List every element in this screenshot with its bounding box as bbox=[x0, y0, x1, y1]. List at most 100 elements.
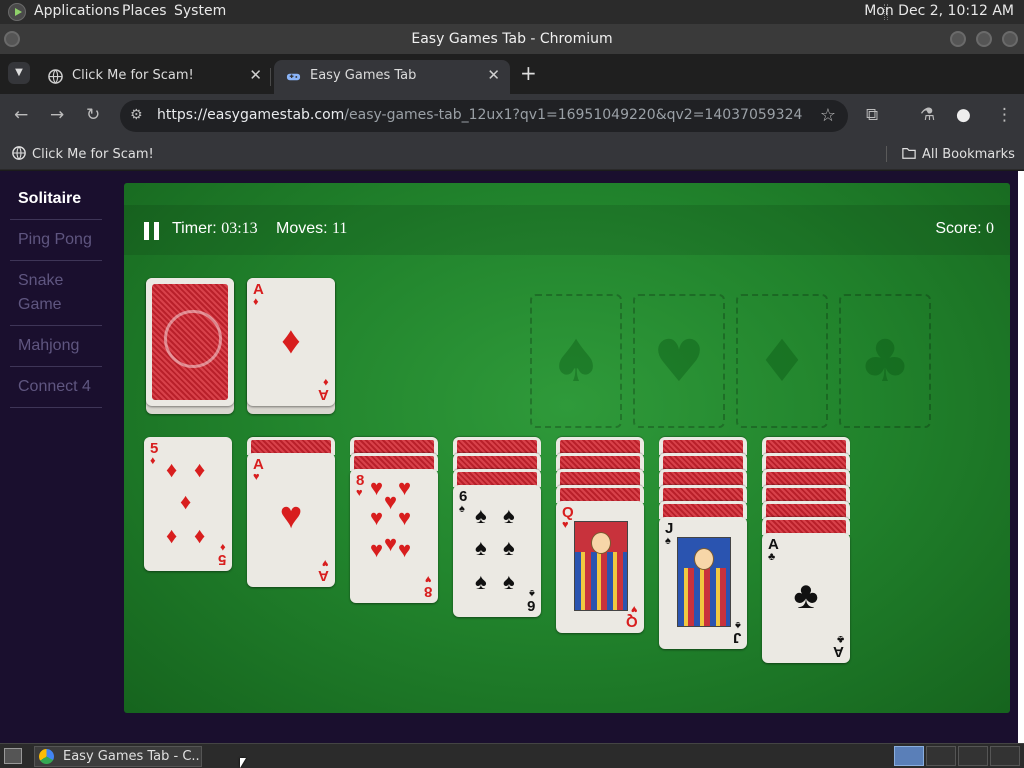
spade-icon: ♠ bbox=[503, 503, 515, 528]
chromium-icon bbox=[39, 749, 54, 764]
globe-icon bbox=[48, 69, 63, 84]
spade-icon: ♠ bbox=[550, 327, 602, 395]
foundation-hearts[interactable]: ♥ bbox=[633, 294, 725, 428]
new-tab-button[interactable]: + bbox=[520, 63, 537, 83]
diamond-icon: ♦ bbox=[756, 327, 808, 395]
nav-snake-game[interactable]: Snake Game bbox=[10, 261, 102, 326]
tableau-card-q-hearts[interactable]: Q ♥ Q ♥ bbox=[556, 501, 644, 633]
tableau-card-5-diamonds[interactable]: 5 ♦ ♦ ♦ ♦ ♦ ♦ 5 ♦ bbox=[144, 437, 232, 571]
diamond-icon: ♦ bbox=[180, 489, 192, 514]
labs-flask-icon[interactable]: ⚗ bbox=[920, 105, 935, 125]
card-suit-bottom: ♥ bbox=[322, 557, 329, 569]
foundation-diamonds[interactable]: ♦ bbox=[736, 294, 828, 428]
more-menu-icon[interactable]: ⋮ bbox=[996, 105, 1013, 125]
card-rank: Q bbox=[562, 504, 574, 521]
extensions-puzzle-icon[interactable]: ⧉ bbox=[866, 105, 878, 125]
minimize-button[interactable] bbox=[950, 31, 966, 47]
waste-top-card[interactable]: A ♦ ♦ A ♦ bbox=[247, 278, 335, 406]
page-scrollbar[interactable] bbox=[1018, 171, 1024, 743]
window-titlebar[interactable]: Easy Games Tab - Chromium bbox=[0, 24, 1024, 54]
nav-mahjong[interactable]: Mahjong bbox=[10, 326, 102, 367]
game-nav: Solitaire Ping Pong Snake Game Mahjong C… bbox=[10, 179, 102, 408]
tableau-card-8-hearts[interactable]: 8 ♥ ♥ ♥ ♥ ♥ ♥ ♥ ♥ ♥ 8 ♥ bbox=[350, 469, 438, 603]
heart-icon: ♥ bbox=[398, 537, 412, 562]
tableau-card-j-spades[interactable]: J ♠ J ♠ bbox=[659, 517, 747, 649]
taskbar-window-button[interactable]: Easy Games Tab - C... bbox=[34, 746, 202, 767]
tab-label: Click Me for Scam! bbox=[72, 68, 194, 83]
waste-pile[interactable]: A ♦ ♦ A ♦ bbox=[247, 278, 335, 414]
card-rank: A bbox=[768, 536, 779, 553]
tab-close-icon[interactable]: ✕ bbox=[487, 66, 500, 84]
tab-search-dropdown-button[interactable]: ▼ bbox=[8, 62, 30, 84]
workspace-1[interactable] bbox=[894, 746, 924, 766]
card-suit: ♥ bbox=[356, 487, 363, 499]
card-back-pattern bbox=[152, 284, 228, 400]
card-rank-bottom: 6 bbox=[526, 597, 535, 614]
back-arrow-icon[interactable]: ← bbox=[14, 105, 28, 125]
card-suit-bottom: ♦ bbox=[220, 541, 226, 553]
forward-arrow-icon[interactable]: → bbox=[50, 105, 64, 125]
profile-avatar-icon[interactable]: ● bbox=[956, 105, 971, 125]
tab-strip: ▼ Click Me for Scam! ✕ Easy Games Tab ✕ … bbox=[0, 54, 1024, 94]
card-rank: J bbox=[665, 520, 674, 537]
game-controller-icon bbox=[286, 73, 301, 81]
page-viewport: Solitaire Ping Pong Snake Game Mahjong C… bbox=[0, 171, 1024, 743]
card-rank: 6 bbox=[459, 488, 468, 505]
workspace-4[interactable] bbox=[990, 746, 1020, 766]
card-rank-bottom: Q bbox=[626, 613, 638, 630]
card-suit-bottom: ♥ bbox=[425, 573, 432, 585]
card-rank-bottom: A bbox=[833, 643, 844, 660]
heart-icon: ♥ bbox=[279, 495, 303, 537]
nav-solitaire[interactable]: Solitaire bbox=[10, 179, 102, 220]
clock[interactable]: Mon Dec 2, 10:12 AM bbox=[864, 3, 1014, 19]
all-bookmarks-button[interactable]: All Bookmarks bbox=[902, 146, 1015, 162]
spade-icon: ♠ bbox=[475, 503, 487, 528]
address-bar[interactable]: ⚙ https://easygamestab.com/easy-games-ta… bbox=[120, 100, 848, 132]
maximize-button[interactable] bbox=[976, 31, 992, 47]
scrollbar-thumb[interactable] bbox=[1018, 171, 1024, 561]
card-suit: ♠ bbox=[665, 535, 671, 547]
tableau-card-a-hearts[interactable]: A ♥ ♥ A ♥ bbox=[247, 453, 335, 587]
queen-portrait-icon bbox=[574, 521, 628, 611]
diamond-icon: ♦ bbox=[166, 457, 178, 482]
close-window-button[interactable] bbox=[1002, 31, 1018, 47]
heart-icon: ♥ bbox=[398, 475, 412, 500]
show-desktop-icon[interactable] bbox=[4, 748, 22, 764]
applications-menu[interactable]: Applications bbox=[34, 3, 120, 19]
gnome-foot-icon[interactable] bbox=[8, 3, 26, 21]
tab-label: Easy Games Tab bbox=[310, 68, 417, 83]
nav-connect-4[interactable]: Connect 4 bbox=[10, 367, 102, 408]
site-info-icon[interactable]: ⚙ bbox=[130, 107, 143, 123]
workspace-2[interactable] bbox=[926, 746, 956, 766]
card-suit: ♠ bbox=[459, 503, 465, 515]
heart-icon: ♥ bbox=[384, 531, 398, 556]
system-bottom-panel: Easy Games Tab - C... bbox=[0, 743, 1024, 768]
tab-close-icon[interactable]: ✕ bbox=[249, 66, 262, 84]
bookmark-star-icon[interactable]: ☆ bbox=[820, 105, 836, 126]
reload-icon[interactable]: ↻ bbox=[86, 105, 100, 125]
stock-card-back[interactable] bbox=[146, 278, 234, 406]
system-menu[interactable]: System bbox=[174, 3, 226, 19]
tableau-card-a-clubs[interactable]: A ♣ ♣ A ♣ bbox=[762, 533, 850, 663]
tableau-card-6-spades[interactable]: 6 ♠ ♠ ♠ ♠ ♠ ♠ ♠ 6 ♠ bbox=[453, 485, 541, 617]
foundation-spades[interactable]: ♠ bbox=[530, 294, 622, 428]
pause-icon[interactable] bbox=[144, 222, 160, 240]
tab-easy-games-tab[interactable]: Easy Games Tab ✕ bbox=[274, 60, 510, 94]
card-suit-bottom: ♥ bbox=[631, 603, 638, 615]
tab-click-me-for-scam[interactable]: Click Me for Scam! ✕ bbox=[36, 60, 272, 94]
url-text[interactable]: https://easygamestab.com/easy-games-tab_… bbox=[157, 107, 802, 123]
browser-toolbar: ← → ↻ ⚙ https://easygamestab.com/easy-ga… bbox=[0, 94, 1024, 138]
nav-ping-pong[interactable]: Ping Pong bbox=[10, 220, 102, 261]
stock-pile[interactable] bbox=[146, 278, 234, 414]
mouse-cursor-icon bbox=[240, 758, 246, 768]
card-rank: 8 bbox=[356, 472, 365, 489]
bookmarks-bar: Click Me for Scam! All Bookmarks bbox=[0, 138, 1024, 170]
window-menu-button[interactable] bbox=[4, 31, 20, 47]
bookmark-click-me-for-scam[interactable]: Click Me for Scam! bbox=[12, 146, 154, 162]
places-menu[interactable]: Places bbox=[122, 3, 167, 19]
jack-portrait-icon bbox=[677, 537, 731, 627]
workspace-3[interactable] bbox=[958, 746, 988, 766]
taskbar-window-label: Easy Games Tab - C... bbox=[63, 749, 202, 764]
foundation-clubs[interactable]: ♣ bbox=[839, 294, 931, 428]
globe-icon bbox=[12, 146, 26, 160]
